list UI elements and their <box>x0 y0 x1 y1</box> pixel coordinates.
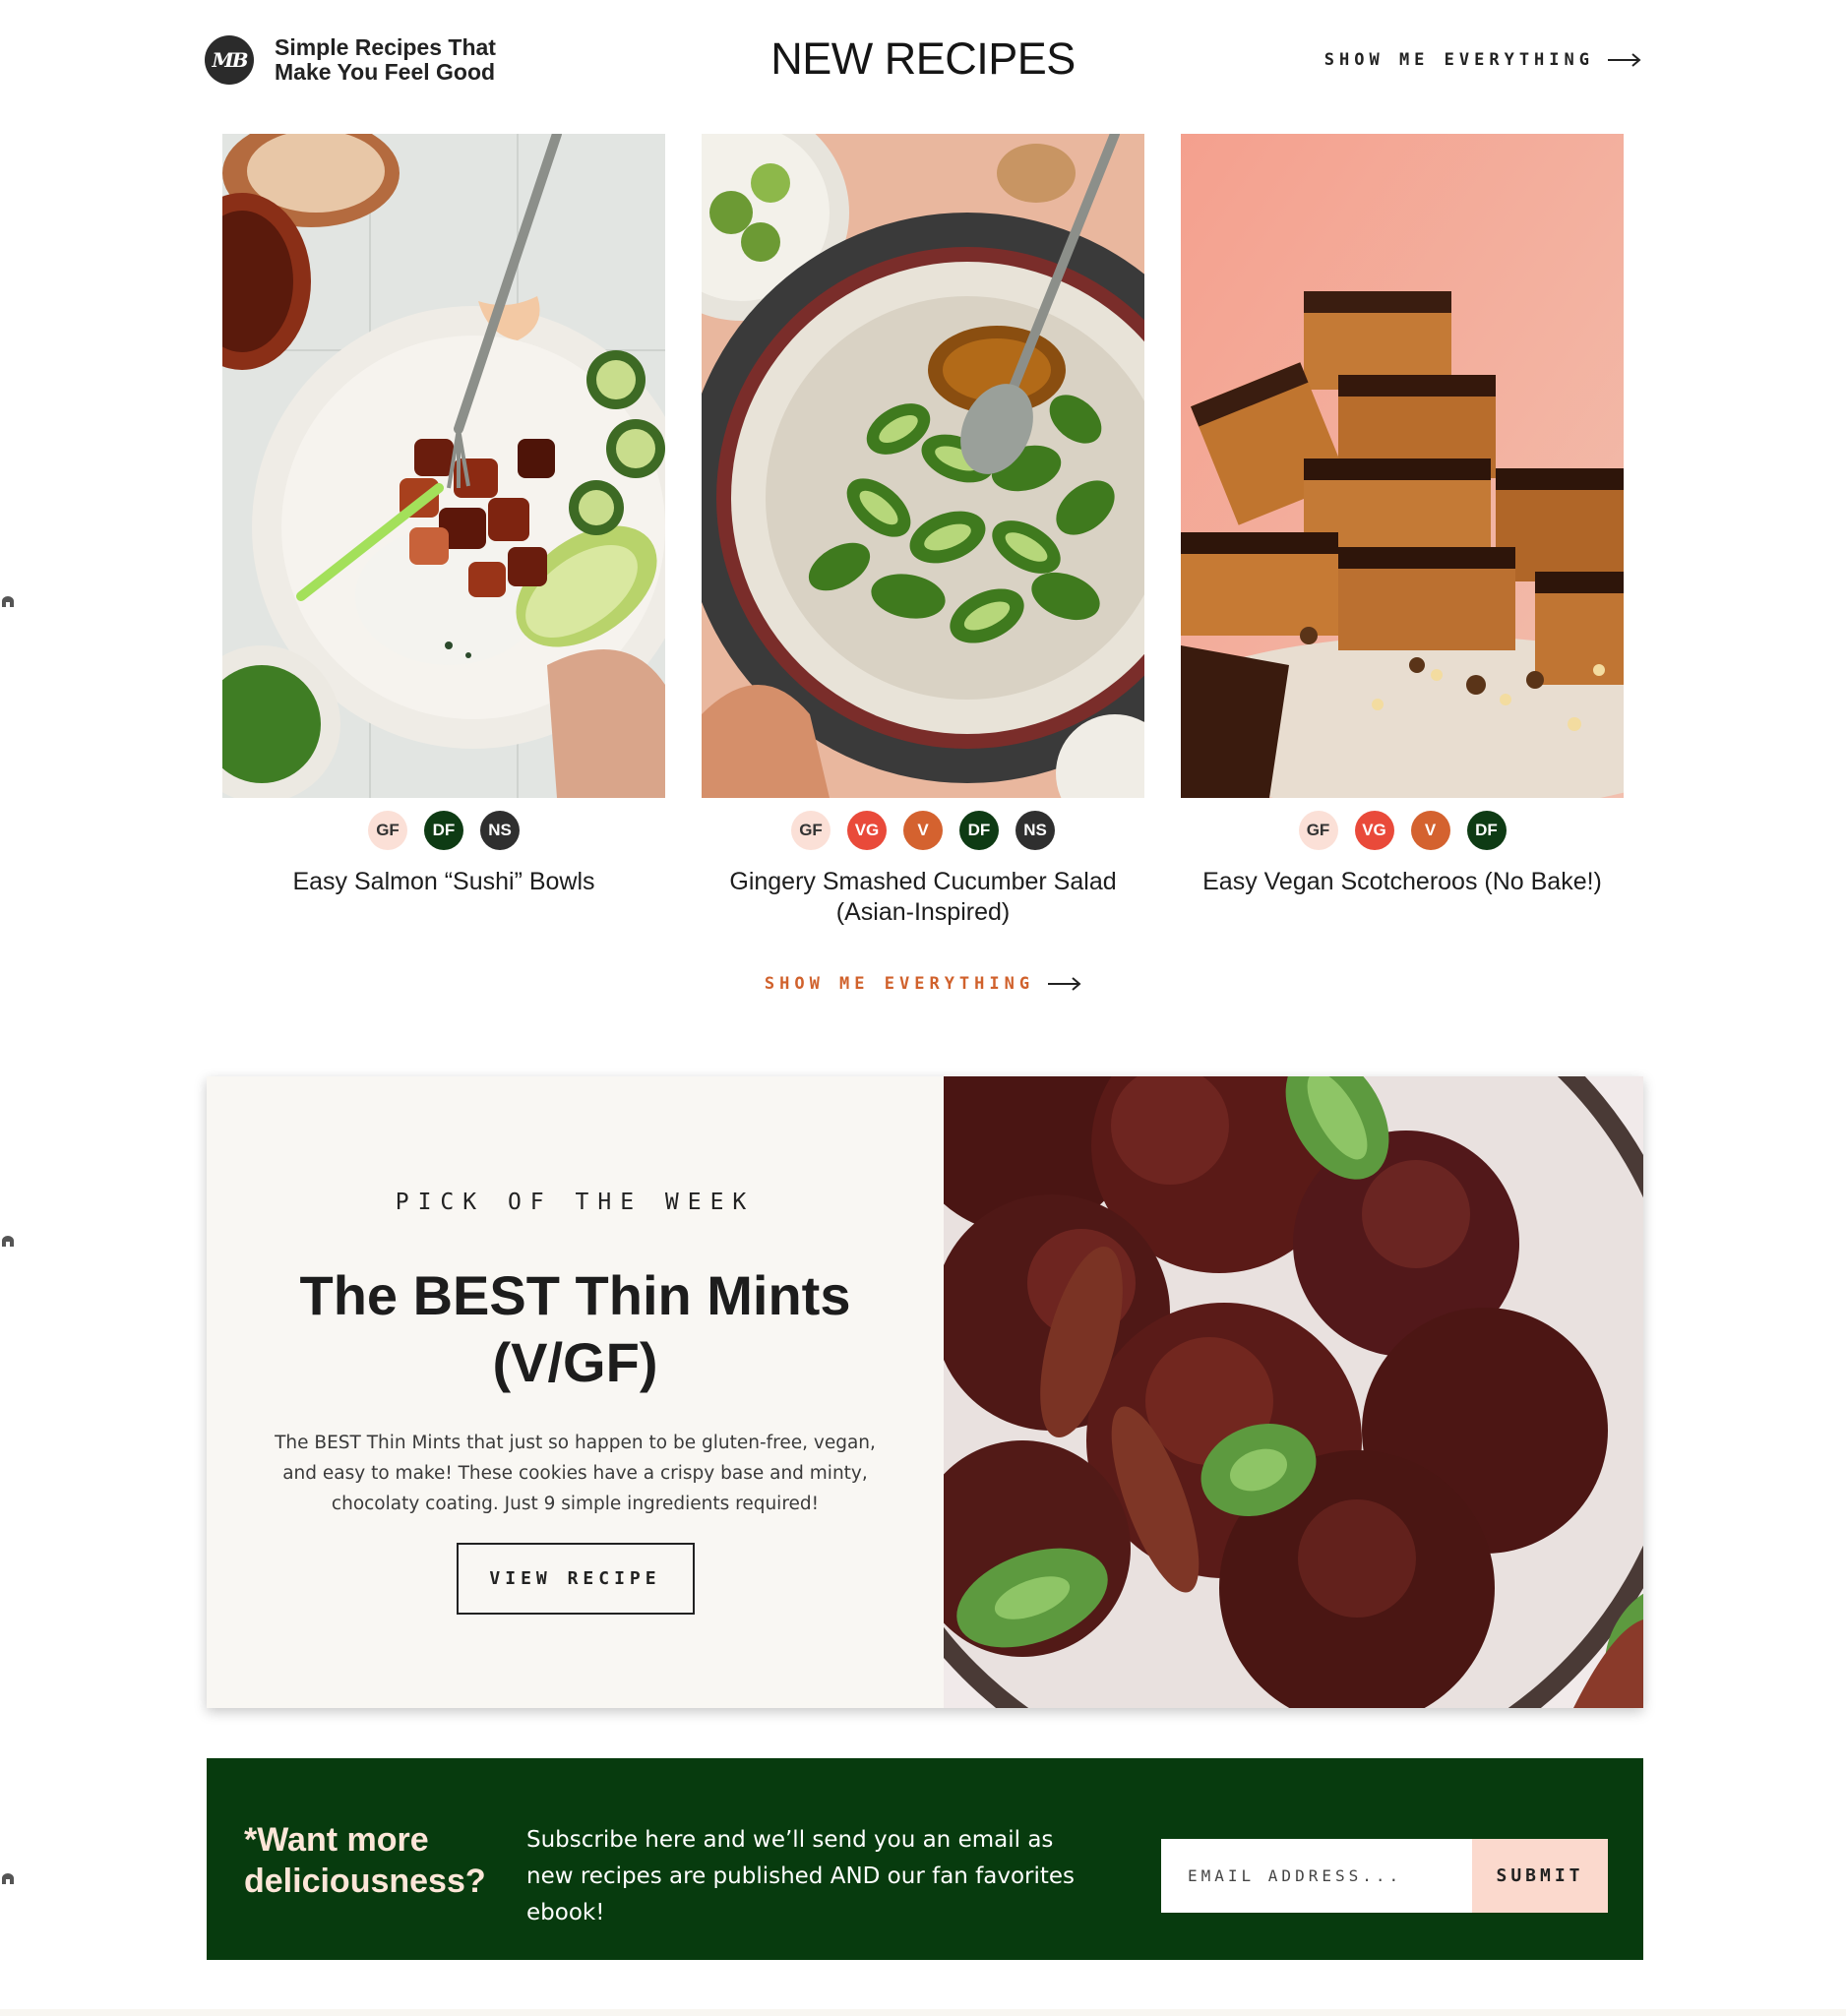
footer-edge <box>0 2009 1846 2016</box>
newsletter-form: SUBMIT <box>1161 1839 1608 1913</box>
pick-kicker: PICK OF THE WEEK <box>395 1190 756 1215</box>
pick-title[interactable]: The BEST Thin Mints (V/GF) <box>271 1262 881 1396</box>
badge-v[interactable]: V <box>903 811 943 850</box>
diet-badges: GF DF NS <box>222 811 665 850</box>
badge-gf[interactable]: GF <box>1298 811 1338 850</box>
show-me-everything-label: SHOW ME EVERYTHING <box>764 974 1035 994</box>
newsletter-signup: *Want more deliciousness? Subscribe here… <box>207 1758 1643 1960</box>
email-field[interactable] <box>1161 1839 1472 1913</box>
show-me-everything-label: SHOW ME EVERYTHING <box>1323 50 1594 70</box>
diet-badges: GF VG V DF NS <box>702 811 1144 850</box>
site-header: MB Simple Recipes That Make You Feel Goo… <box>205 28 1641 96</box>
pick-description: The BEST Thin Mints that just so happen … <box>275 1433 876 1514</box>
badge-ns[interactable]: NS <box>480 811 520 850</box>
arrow-right-icon <box>1608 53 1641 67</box>
logo[interactable]: MB <box>205 35 254 85</box>
brand[interactable]: MB Simple Recipes That Make You Feel Goo… <box>205 35 511 85</box>
badge-gf[interactable]: GF <box>368 811 407 850</box>
section-title: NEW RECIPES <box>770 33 1076 84</box>
side-widget-icon[interactable] <box>0 1872 16 1886</box>
badge-gf[interactable]: GF <box>791 811 831 850</box>
recipe-card[interactable]: GF VG V DF Easy Vegan Scotcheroos (No Ba… <box>1181 134 1624 897</box>
show-me-everything-link-bottom[interactable]: SHOW ME EVERYTHING <box>765 974 1081 994</box>
newsletter-text: Subscribe here and we’ll send you an ema… <box>526 1827 1076 1925</box>
badge-vg[interactable]: VG <box>1354 811 1394 850</box>
diet-badges: GF VG V DF <box>1181 811 1624 850</box>
recipe-card[interactable]: GF DF NS Easy Salmon “Sushi” Bowls <box>222 134 665 897</box>
pick-image-thin-mints[interactable] <box>944 1076 1643 1708</box>
badge-v[interactable]: V <box>1410 811 1450 850</box>
view-recipe-button[interactable]: VIEW RECIPE <box>456 1543 695 1615</box>
pick-content: PICK OF THE WEEK The BEST Thin Mints (V/… <box>207 1076 944 1708</box>
badge-ns[interactable]: NS <box>1015 811 1055 850</box>
recipe-title[interactable]: Easy Salmon “Sushi” Bowls <box>222 867 665 897</box>
side-widget-icon[interactable] <box>0 1235 16 1249</box>
recipe-image-cucumber-salad[interactable] <box>702 134 1144 798</box>
recipe-title[interactable]: Easy Vegan Scotcheroos (No Bake!) <box>1181 867 1624 897</box>
side-widget-icon[interactable] <box>0 595 16 609</box>
badge-df[interactable]: DF <box>424 811 463 850</box>
recipe-image-scotcheroos[interactable] <box>1181 134 1624 798</box>
newsletter-heading: *Want more deliciousness? <box>244 1821 486 1900</box>
badge-df[interactable]: DF <box>1466 811 1507 850</box>
arrow-right-icon <box>1048 977 1081 991</box>
recipe-title[interactable]: Gingery Smashed Cucumber Salad (Asian-In… <box>702 867 1144 928</box>
badge-vg[interactable]: VG <box>847 811 887 850</box>
show-me-everything-link[interactable]: SHOW ME EVERYTHING <box>1324 50 1641 70</box>
site-tagline: Simple Recipes That Make You Feel Good <box>275 34 496 85</box>
badge-df[interactable]: DF <box>959 811 999 850</box>
recipe-image-salmon-bowl[interactable] <box>222 134 665 798</box>
submit-button[interactable]: SUBMIT <box>1472 1839 1608 1913</box>
pick-of-the-week: PICK OF THE WEEK The BEST Thin Mints (V/… <box>207 1076 1643 1708</box>
recipe-card[interactable]: GF VG V DF NS Gingery Smashed Cucumber S… <box>702 134 1144 928</box>
recipes-footer: SHOW ME EVERYTHING <box>0 974 1846 994</box>
